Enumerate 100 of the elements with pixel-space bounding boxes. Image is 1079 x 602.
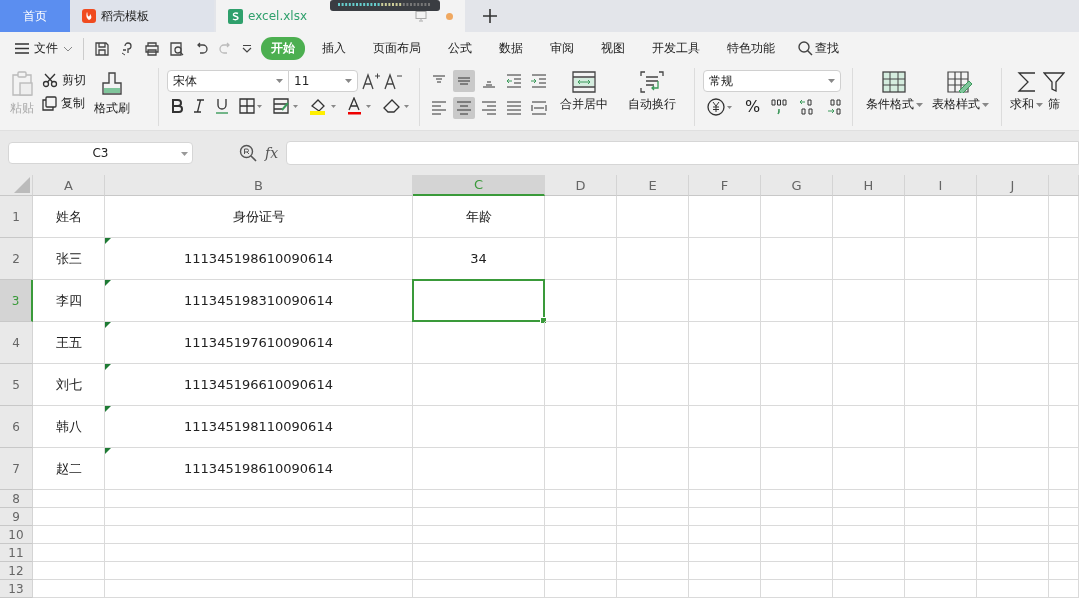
row-header[interactable]: 6 xyxy=(0,406,33,448)
format-painter-button[interactable]: 格式刷 xyxy=(94,65,130,125)
menu-tab[interactable]: 页面布局 xyxy=(363,37,431,60)
monitor-icon[interactable] xyxy=(415,10,427,22)
copy-button[interactable]: 复制 xyxy=(42,96,86,111)
row-header[interactable]: 9 xyxy=(0,508,33,526)
table-cell xyxy=(689,562,761,580)
tab[interactable]: 首页 xyxy=(0,0,70,32)
row-header[interactable]: 5 xyxy=(0,364,33,406)
column-header[interactable]: G xyxy=(761,175,833,196)
column-header[interactable]: F xyxy=(689,175,761,196)
conditional-format-button[interactable]: 条件格式 xyxy=(861,65,928,112)
number-format-dropdown[interactable]: 常规 xyxy=(703,70,841,92)
font-name-dropdown[interactable]: 宋体 xyxy=(167,70,289,92)
table-style-button[interactable]: 表格样式 xyxy=(927,65,994,112)
row-header[interactable]: 1 xyxy=(0,196,33,238)
table-cell xyxy=(761,322,833,364)
table-cell xyxy=(977,490,1049,508)
zoom-icon[interactable] xyxy=(239,144,257,162)
selected-cell[interactable] xyxy=(413,280,545,322)
table-cell xyxy=(977,544,1049,562)
column-header[interactable]: A xyxy=(33,175,105,196)
table-cell xyxy=(617,544,689,562)
menu-tab[interactable]: 数据 xyxy=(489,37,533,60)
thousands-separator-icon[interactable] xyxy=(770,97,789,116)
caret-icon[interactable] xyxy=(242,44,252,53)
table-cell xyxy=(1049,406,1079,448)
print-preview-icon[interactable] xyxy=(169,40,185,57)
align-middle-icon[interactable] xyxy=(453,70,475,92)
eraser-icon[interactable] xyxy=(383,98,411,114)
cut-button[interactable]: 剪切 xyxy=(42,73,86,88)
fill-color-icon[interactable] xyxy=(309,97,337,115)
formula-input[interactable] xyxy=(286,141,1079,165)
table-cell xyxy=(545,562,617,580)
row-header[interactable]: 13 xyxy=(0,580,33,598)
table-cell xyxy=(833,580,905,598)
menu-tab[interactable]: 开发工具 xyxy=(642,37,710,60)
row-header[interactable]: 10 xyxy=(0,526,33,544)
table-cell xyxy=(689,238,761,280)
menu-tab[interactable]: 审阅 xyxy=(540,37,584,60)
table-cell xyxy=(617,490,689,508)
row-header[interactable]: 11 xyxy=(0,544,33,562)
tab[interactable]: 稻壳模板 xyxy=(70,0,214,32)
sum-button[interactable]: 求和 xyxy=(1010,65,1044,112)
filter-button[interactable]: 筛 xyxy=(1043,65,1066,112)
column-header[interactable]: D xyxy=(545,175,617,196)
italic-icon[interactable] xyxy=(193,99,205,113)
table-grid-icon xyxy=(882,71,907,93)
row-header[interactable]: 7 xyxy=(0,448,33,490)
table-cell xyxy=(33,526,105,544)
menu-tab[interactable]: 公式 xyxy=(438,37,482,60)
underline-icon[interactable] xyxy=(215,98,229,114)
font-size-dropdown[interactable]: 11 xyxy=(288,70,358,92)
table-cell xyxy=(617,196,689,238)
table-cell xyxy=(905,364,977,406)
file-menu[interactable]: 文件 xyxy=(15,40,73,57)
table-cell: 刘七 xyxy=(33,364,105,406)
table-cell xyxy=(833,364,905,406)
increase-font-icon[interactable] xyxy=(362,72,380,90)
table-cell xyxy=(833,448,905,490)
font-color-icon[interactable] xyxy=(347,97,373,115)
menu-tab[interactable]: 开始 xyxy=(261,37,305,60)
menu-tab[interactable]: 插入 xyxy=(312,37,356,60)
table-cell xyxy=(545,526,617,544)
table-cell xyxy=(833,490,905,508)
row-header[interactable]: 12 xyxy=(0,562,33,580)
search-button[interactable]: 查找 xyxy=(798,40,839,57)
row-header[interactable]: 8 xyxy=(0,490,33,508)
table-cell xyxy=(977,406,1049,448)
currency-icon[interactable] xyxy=(707,97,735,116)
menu-tab[interactable]: 特色功能 xyxy=(717,37,785,60)
column-header[interactable]: E xyxy=(617,175,689,196)
save-icon[interactable] xyxy=(94,40,110,57)
column-header[interactable]: J xyxy=(977,175,1049,196)
menu-tab[interactable]: 视图 xyxy=(591,37,635,60)
new-tab-icon[interactable] xyxy=(483,9,497,23)
print-icon[interactable] xyxy=(144,40,160,57)
table-cell: 张三 xyxy=(33,238,105,280)
bold-icon[interactable] xyxy=(171,99,183,113)
row-header[interactable]: 4 xyxy=(0,322,33,364)
borders-icon[interactable] xyxy=(239,98,263,114)
decrease-font-icon[interactable] xyxy=(384,72,402,90)
table-cell xyxy=(905,526,977,544)
function-button[interactable]: fx xyxy=(265,145,279,161)
table-cell xyxy=(545,322,617,364)
cell-style-icon[interactable] xyxy=(273,98,299,114)
column-header[interactable]: I xyxy=(905,175,977,196)
name-box[interactable]: C3 xyxy=(8,142,193,164)
column-header[interactable]: H xyxy=(833,175,905,196)
table-cell xyxy=(1049,490,1079,508)
table-cell xyxy=(905,544,977,562)
align-center-icon[interactable] xyxy=(453,97,475,119)
column-header[interactable]: B xyxy=(105,175,413,196)
percent-button[interactable]: % xyxy=(745,97,761,116)
merge-center-button[interactable]: 合并居中 xyxy=(550,65,618,112)
table-cell xyxy=(689,490,761,508)
wrap-text-button[interactable]: 自动换行 xyxy=(618,65,686,112)
row-header[interactable]: 2 xyxy=(0,238,33,280)
table-cell xyxy=(761,406,833,448)
table-cell: 111345196610090614 xyxy=(105,364,413,406)
